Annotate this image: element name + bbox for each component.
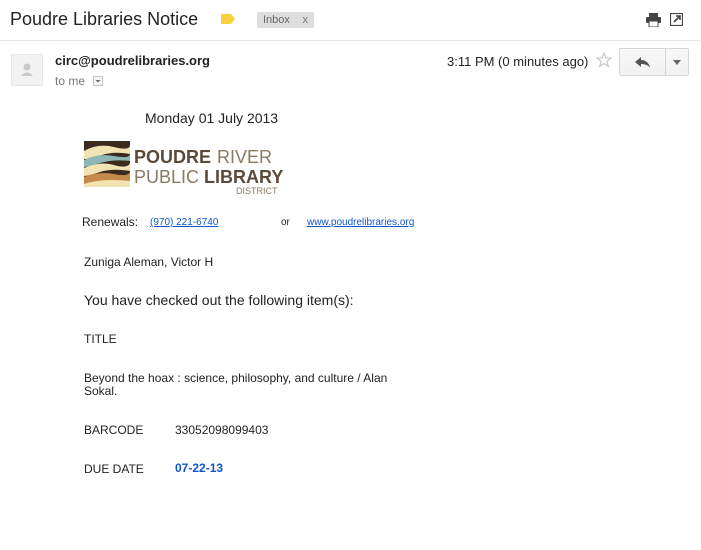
barcode-label: BARCODE bbox=[84, 423, 144, 437]
email-subject: Poudre Libraries Notice bbox=[10, 9, 199, 29]
renewals-website-link[interactable]: www.poudrelibraries.org bbox=[307, 217, 414, 228]
logo-text-district: DISTRICT bbox=[236, 186, 278, 196]
logo-text-poudre: POUDRE bbox=[134, 147, 211, 167]
sender-address[interactable]: circ@poudrelibraries.org bbox=[55, 53, 210, 68]
chevron-down-icon bbox=[673, 60, 681, 65]
renewals-or-text: or bbox=[281, 217, 290, 228]
recipient-details-toggle[interactable] bbox=[93, 76, 103, 86]
new-window-icon[interactable] bbox=[670, 13, 683, 26]
reply-button-group bbox=[619, 48, 689, 76]
dropdown-arrow-icon bbox=[95, 80, 101, 83]
print-icon[interactable] bbox=[646, 13, 661, 27]
patron-name: Zuniga Aleman, Victor H bbox=[84, 255, 214, 269]
renewals-phone-link[interactable]: (970) 221-6740 bbox=[150, 217, 218, 228]
reply-button[interactable] bbox=[619, 48, 666, 76]
reply-icon bbox=[635, 57, 650, 68]
message-timestamp: 3:11 PM (0 minutes ago) bbox=[447, 54, 589, 69]
item-title: Beyond the hoax : science, philosophy, a… bbox=[84, 371, 388, 398]
logo-text-public: PUBLIC bbox=[134, 167, 199, 187]
library-logo: POUDRE RIVER PUBLIC LIBRARY DISTRICT bbox=[84, 141, 283, 196]
avatar-icon bbox=[21, 63, 33, 76]
renewals-label: Renewals: bbox=[82, 215, 139, 229]
header-divider bbox=[0, 40, 701, 41]
title-label: TITLE bbox=[84, 332, 117, 346]
star-icon[interactable] bbox=[596, 52, 612, 68]
inbox-label-chip[interactable]: Inbox x bbox=[257, 12, 314, 28]
logo-text-river: RIVER bbox=[217, 147, 272, 167]
remove-label-button[interactable]: x bbox=[303, 12, 309, 28]
due-date-label: DUE DATE bbox=[84, 462, 144, 476]
more-actions-button[interactable] bbox=[665, 48, 689, 76]
barcode-value: 33052098099403 bbox=[175, 423, 269, 437]
label-tag-icon[interactable] bbox=[221, 14, 235, 24]
logo-text-library: LIBRARY bbox=[204, 167, 283, 187]
notice-date: Monday 01 July 2013 bbox=[145, 110, 279, 126]
avatar[interactable] bbox=[11, 54, 43, 86]
due-date-value: 07-22-13 bbox=[175, 461, 224, 475]
inbox-label-text: Inbox bbox=[263, 14, 290, 26]
checkout-heading: You have checked out the following item(… bbox=[84, 292, 354, 308]
recipient-label: to me bbox=[55, 74, 86, 88]
